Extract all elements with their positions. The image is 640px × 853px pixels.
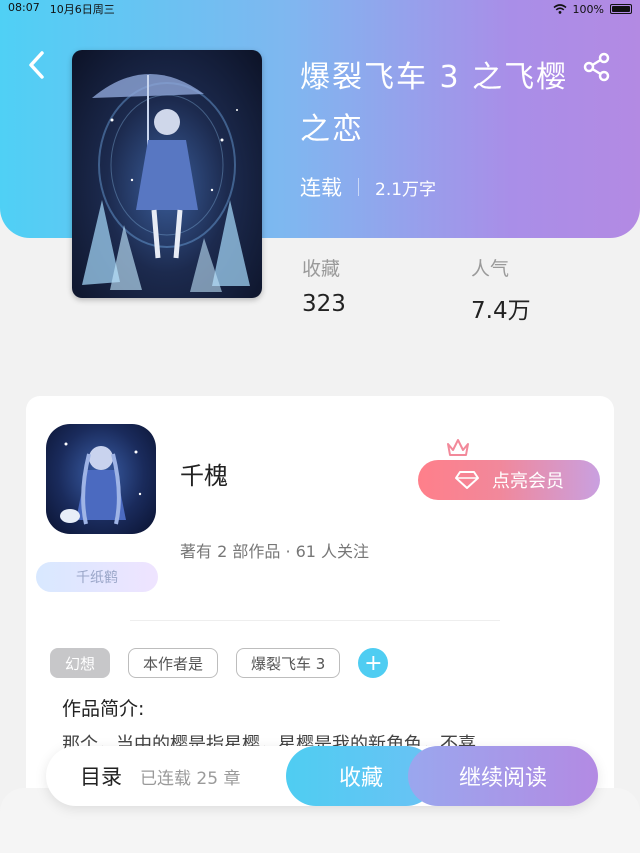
- tag-item[interactable]: 幻想: [50, 648, 111, 678]
- crown-icon: [447, 439, 469, 456]
- serial-status: 连载: [300, 176, 342, 200]
- meta-divider: [358, 178, 359, 196]
- add-tag-button[interactable]: +: [358, 648, 389, 678]
- share-button[interactable]: [580, 50, 614, 84]
- popularity-stat: 人气 7.4万: [471, 254, 531, 325]
- avatar-illustration: [60, 442, 142, 525]
- plus-icon: +: [364, 650, 383, 676]
- diamond-icon: [455, 471, 479, 489]
- favorites-value: 323: [302, 291, 346, 317]
- status-time: 08:07: [8, 1, 40, 14]
- vip-button-label: 点亮会员: [492, 471, 564, 492]
- toc-button[interactable]: 目录: [80, 761, 122, 791]
- light-up-vip-button[interactable]: 点亮会员: [418, 460, 600, 500]
- favorites-label: 收藏: [302, 258, 341, 280]
- back-button[interactable]: [22, 48, 52, 82]
- tag-list: 幻想 本作者是 爆裂飞车 3 +: [50, 648, 389, 678]
- card-divider: [130, 620, 500, 621]
- wifi-icon: [553, 4, 567, 14]
- book-title: 爆裂飞车 3 之飞樱之恋: [300, 60, 569, 147]
- book-meta: 连载 2.1万字: [300, 172, 436, 202]
- tag-item[interactable]: 本作者是: [128, 648, 219, 678]
- word-count: 2.1万字: [375, 179, 437, 200]
- author-name[interactable]: 千槐: [180, 456, 228, 491]
- book-cover-image[interactable]: [72, 50, 262, 298]
- author-level-badge: 千纸鹤: [36, 562, 158, 592]
- chapter-progress: 已连载 25 章: [140, 768, 241, 789]
- status-bar: 08:07 10月6日周三 100%: [0, 0, 640, 18]
- favorites-stat: 收藏 323: [302, 254, 346, 317]
- bottom-action-bar: 目录 已连载 25 章 收藏 继续阅读: [46, 746, 598, 806]
- back-arrow-icon: [29, 51, 44, 79]
- popularity-value: 7.4万: [471, 298, 531, 324]
- popularity-label: 人气: [471, 258, 510, 280]
- author-avatar[interactable]: [46, 424, 156, 534]
- cover-illustration: [82, 73, 250, 292]
- continue-reading-button[interactable]: 继续阅读: [408, 746, 598, 806]
- battery-percent: 100%: [572, 2, 604, 16]
- share-icon: [583, 52, 610, 82]
- intro-title: 作品简介:: [62, 698, 145, 720]
- status-date: 10月6日周三: [49, 3, 115, 16]
- author-info: 著有 2 部作品 · 61 人关注: [180, 542, 370, 561]
- tag-item[interactable]: 爆裂飞车 3: [236, 648, 341, 678]
- battery-icon: [610, 4, 632, 14]
